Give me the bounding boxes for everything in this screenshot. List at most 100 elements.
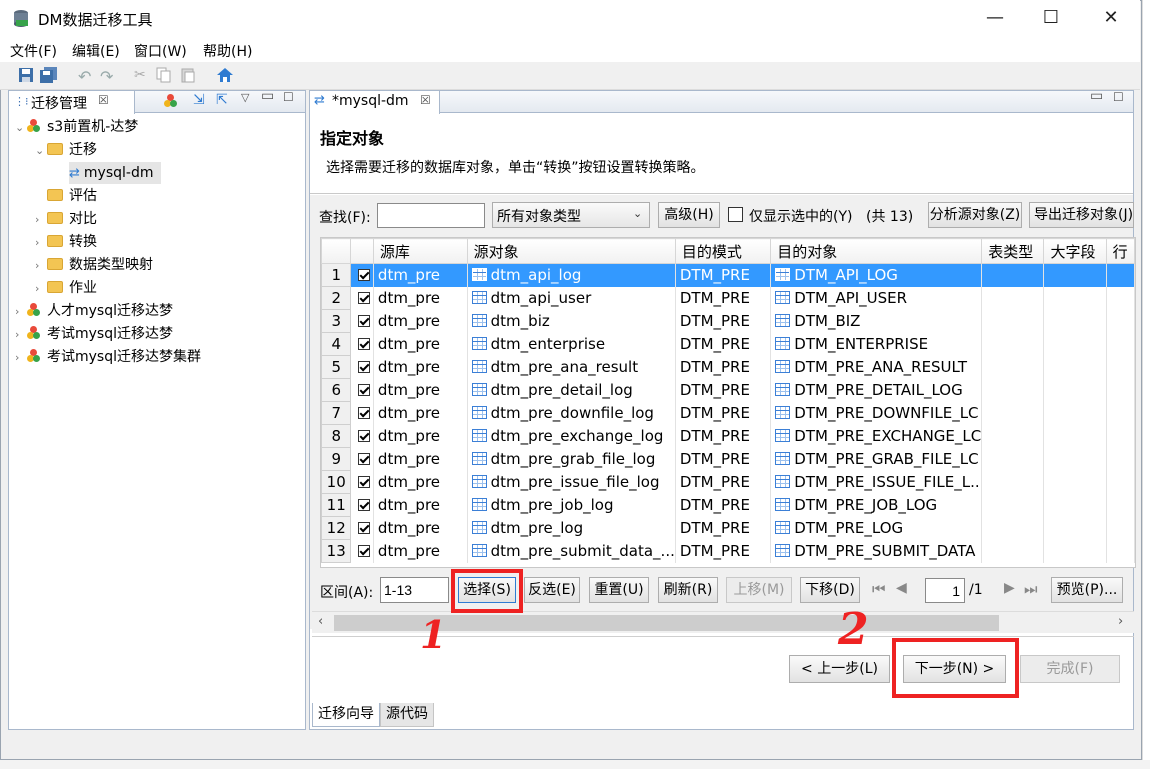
- expand-icon[interactable]: ›: [15, 347, 27, 369]
- cut-icon[interactable]: ✂: [134, 67, 152, 85]
- colored-dots-icon[interactable]: [164, 94, 184, 110]
- move-down-button[interactable]: 下移(D): [800, 577, 860, 603]
- row-checkbox-cell[interactable]: [350, 470, 374, 494]
- table-row[interactable]: 10 dtm_pre dtm_pre_issue_file_log DTM_PRE DT…: [321, 470, 1135, 494]
- expand-icon[interactable]: ›: [35, 255, 47, 277]
- search-input[interactable]: [377, 203, 485, 228]
- tree-item-compare[interactable]: › 对比: [35, 208, 97, 230]
- table-row[interactable]: 13 dtm_pre dtm_pre_submit_data_... DTM_PRE D…: [321, 539, 1135, 563]
- save-all-icon[interactable]: [40, 67, 58, 85]
- header-lob[interactable]: 大字段: [1043, 238, 1107, 264]
- checked-checkbox[interactable]: [358, 315, 371, 327]
- table-row[interactable]: 1 dtm_pre dtm_api_log DTM_PRE DTM_API_LOG: [321, 263, 1135, 287]
- tree-item-exam[interactable]: › 考试mysql迁移达梦: [15, 323, 173, 345]
- tab-close-icon[interactable]: ☒: [98, 93, 109, 107]
- checked-checkbox[interactable]: [358, 269, 371, 282]
- maximize-button[interactable]: ☐: [1028, 0, 1074, 38]
- table-row[interactable]: 5 dtm_pre dtm_pre_ana_result DTM_PRE DTM_PRE…: [321, 355, 1135, 379]
- save-icon[interactable]: [18, 67, 36, 85]
- tree-item-jobs[interactable]: › 作业: [35, 277, 97, 299]
- tab-source-code[interactable]: 源代码: [380, 703, 434, 727]
- export-icon[interactable]: ⇱: [216, 92, 228, 108]
- collapse-icon[interactable]: ⌄: [15, 117, 27, 139]
- tab-wizard[interactable]: 迁移向导: [312, 703, 380, 727]
- editor-tab-mysql-dm[interactable]: ⇄ *mysql-dm ☒: [310, 91, 440, 114]
- menu-window[interactable]: 窗口(W): [134, 41, 187, 61]
- menu-file[interactable]: 文件(F): [10, 41, 57, 61]
- advanced-button[interactable]: 高级(H): [658, 202, 720, 228]
- row-checkbox-cell[interactable]: [350, 309, 374, 333]
- redo-icon[interactable]: ↷: [100, 67, 118, 86]
- checked-checkbox[interactable]: [358, 361, 371, 373]
- tree-item-type-mapping[interactable]: › 数据类型映射: [35, 254, 153, 276]
- row-checkbox-cell[interactable]: [350, 286, 374, 310]
- tree-item-exam-cluster[interactable]: › 考试mysql迁移达梦集群: [15, 346, 201, 368]
- minimize-button[interactable]: —: [972, 0, 1018, 38]
- tree-item-s3[interactable]: ⌄ s3前置机-达梦: [15, 116, 138, 138]
- minimize-view-icon[interactable]: ▭: [261, 88, 274, 104]
- import-icon[interactable]: ⇲: [193, 92, 205, 108]
- row-checkbox-cell[interactable]: [350, 493, 374, 517]
- tree-item-migration[interactable]: ⌄ 迁移: [35, 139, 97, 161]
- first-page-icon[interactable]: ⏮: [872, 580, 886, 598]
- header-target-object[interactable]: 目的对象: [770, 238, 983, 264]
- copy-icon[interactable]: [156, 67, 174, 85]
- home-icon[interactable]: [216, 67, 234, 85]
- checked-checkbox[interactable]: [358, 522, 371, 534]
- object-type-select[interactable]: 所有对象类型 ⌄: [492, 202, 650, 228]
- maximize-view-icon[interactable]: ☐: [283, 90, 294, 104]
- row-checkbox-cell[interactable]: [350, 378, 374, 402]
- collapse-icon[interactable]: ⌄: [35, 140, 47, 162]
- tree-item-mysql-dm[interactable]: ⇄ mysql-dm: [69, 162, 162, 184]
- expand-icon[interactable]: ›: [35, 232, 47, 254]
- menu-edit[interactable]: 编辑(E): [72, 41, 120, 61]
- menu-help[interactable]: 帮助(H): [203, 41, 252, 61]
- paste-icon[interactable]: [180, 67, 198, 85]
- header-source-object[interactable]: 源对象: [466, 238, 676, 264]
- invert-button[interactable]: 反选(E): [524, 577, 580, 603]
- row-checkbox-cell[interactable]: [350, 332, 374, 356]
- table-row[interactable]: 4 dtm_pre dtm_enterprise DTM_PRE DTM_ENTERPR…: [321, 332, 1135, 356]
- tab-close-icon[interactable]: ☒: [420, 93, 431, 107]
- last-page-icon[interactable]: ⏭: [1024, 580, 1038, 598]
- expand-icon[interactable]: ›: [15, 301, 27, 323]
- table-row[interactable]: 2 dtm_pre dtm_api_user DTM_PRE DTM_API_USER: [321, 286, 1135, 310]
- checked-checkbox[interactable]: [358, 453, 371, 465]
- header-table-type[interactable]: 表类型: [981, 238, 1045, 264]
- expand-icon[interactable]: ›: [35, 209, 47, 231]
- only-selected-checkbox[interactable]: [728, 207, 743, 222]
- tree-item-evaluate[interactable]: 评估: [47, 185, 97, 207]
- close-button[interactable]: ✕: [1088, 0, 1134, 38]
- table-row[interactable]: 3 dtm_pre dtm_biz DTM_PRE DTM_BIZ: [321, 309, 1135, 333]
- expand-icon[interactable]: ›: [15, 324, 27, 346]
- checked-checkbox[interactable]: [358, 292, 371, 304]
- row-checkbox-cell[interactable]: [350, 263, 374, 287]
- table-row[interactable]: 8 dtm_pre dtm_pre_exchange_log DTM_PRE DTM_P…: [321, 424, 1135, 448]
- row-checkbox-cell[interactable]: [350, 539, 374, 563]
- header-row[interactable]: 行: [1105, 238, 1135, 264]
- checked-checkbox[interactable]: [358, 407, 371, 419]
- maximize-view-icon[interactable]: ☐: [1113, 90, 1124, 104]
- row-checkbox-cell[interactable]: [350, 355, 374, 379]
- checked-checkbox[interactable]: [358, 476, 371, 488]
- prev-page-icon[interactable]: ◀: [896, 580, 907, 596]
- table-row[interactable]: 12 dtm_pre dtm_pre_log DTM_PRE DTM_PRE_LOG: [321, 516, 1135, 540]
- view-menu-icon[interactable]: ▽: [241, 91, 249, 104]
- scroll-left-icon[interactable]: ‹: [318, 614, 323, 629]
- tree-item-convert[interactable]: › 转换: [35, 231, 97, 253]
- table-row[interactable]: 9 dtm_pre dtm_pre_grab_file_log DTM_PRE DTM_…: [321, 447, 1135, 471]
- row-checkbox-cell[interactable]: [350, 424, 374, 448]
- expand-icon[interactable]: ›: [35, 278, 47, 300]
- checked-checkbox[interactable]: [358, 384, 371, 396]
- prev-step-button[interactable]: < 上一步(L): [789, 655, 890, 683]
- table-row[interactable]: 11 dtm_pre dtm_pre_job_log DTM_PRE DTM_PRE_J…: [321, 493, 1135, 517]
- analyze-source-button[interactable]: 分析源对象(Z): [928, 202, 1022, 228]
- row-checkbox-cell[interactable]: [350, 401, 374, 425]
- checked-checkbox[interactable]: [358, 430, 371, 442]
- reset-button[interactable]: 重置(U): [589, 577, 649, 603]
- header-target-schema[interactable]: 目的模式: [674, 238, 772, 264]
- undo-icon[interactable]: ↶: [78, 67, 96, 86]
- page-input[interactable]: [925, 578, 965, 603]
- checked-checkbox[interactable]: [358, 545, 371, 557]
- checked-checkbox[interactable]: [358, 499, 371, 511]
